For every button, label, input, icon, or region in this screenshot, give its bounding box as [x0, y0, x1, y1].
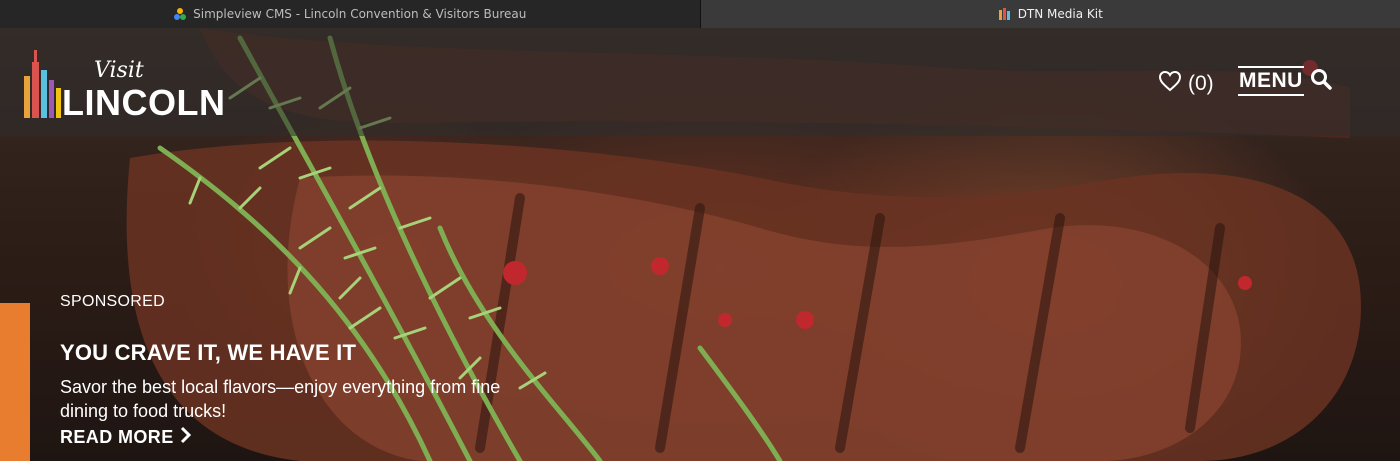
menu-label: MENU: [1238, 66, 1304, 96]
chevron-right-icon: [180, 426, 192, 449]
read-more-label: READ MORE: [60, 427, 174, 447]
read-more-link[interactable]: READ MORE: [60, 426, 192, 449]
heart-icon: [1158, 70, 1182, 98]
tab-title: Simpleview CMS - Lincoln Convention & Vi…: [193, 7, 527, 21]
tab-dtn-media-kit[interactable]: DTN Media Kit: [700, 0, 1400, 28]
visit-lincoln-logo[interactable]: Visit LINCOLN: [22, 42, 272, 123]
dtn-icon: [998, 7, 1012, 21]
menu-button[interactable]: MENU: [1238, 66, 1332, 96]
accent-bar: [0, 303, 30, 461]
hero-description: Savor the best local flavors—enjoy every…: [60, 377, 501, 421]
search-icon[interactable]: [1310, 68, 1332, 95]
logo-visit-text: Visit: [94, 58, 144, 83]
simpleview-icon: [173, 7, 187, 21]
logo-lincoln-text: LINCOLN: [62, 82, 226, 123]
capitol-skyline-icon: [24, 50, 61, 118]
hero-headline: YOU CRAVE IT, WE HAVE IT: [60, 340, 357, 365]
sponsored-label: SPONSORED: [60, 293, 165, 310]
favorites-button[interactable]: (0): [1158, 70, 1214, 98]
favorites-count: (0): [1188, 72, 1214, 95]
tab-simpleview-cms[interactable]: Simpleview CMS - Lincoln Convention & Vi…: [0, 0, 701, 28]
browser-tab-bar: Simpleview CMS - Lincoln Convention & Vi…: [0, 0, 1400, 29]
tab-title: DTN Media Kit: [1017, 7, 1103, 21]
hero-banner: Visit LINCOLN (0) MENU SPONSORED YOU CRA…: [0, 28, 1400, 461]
